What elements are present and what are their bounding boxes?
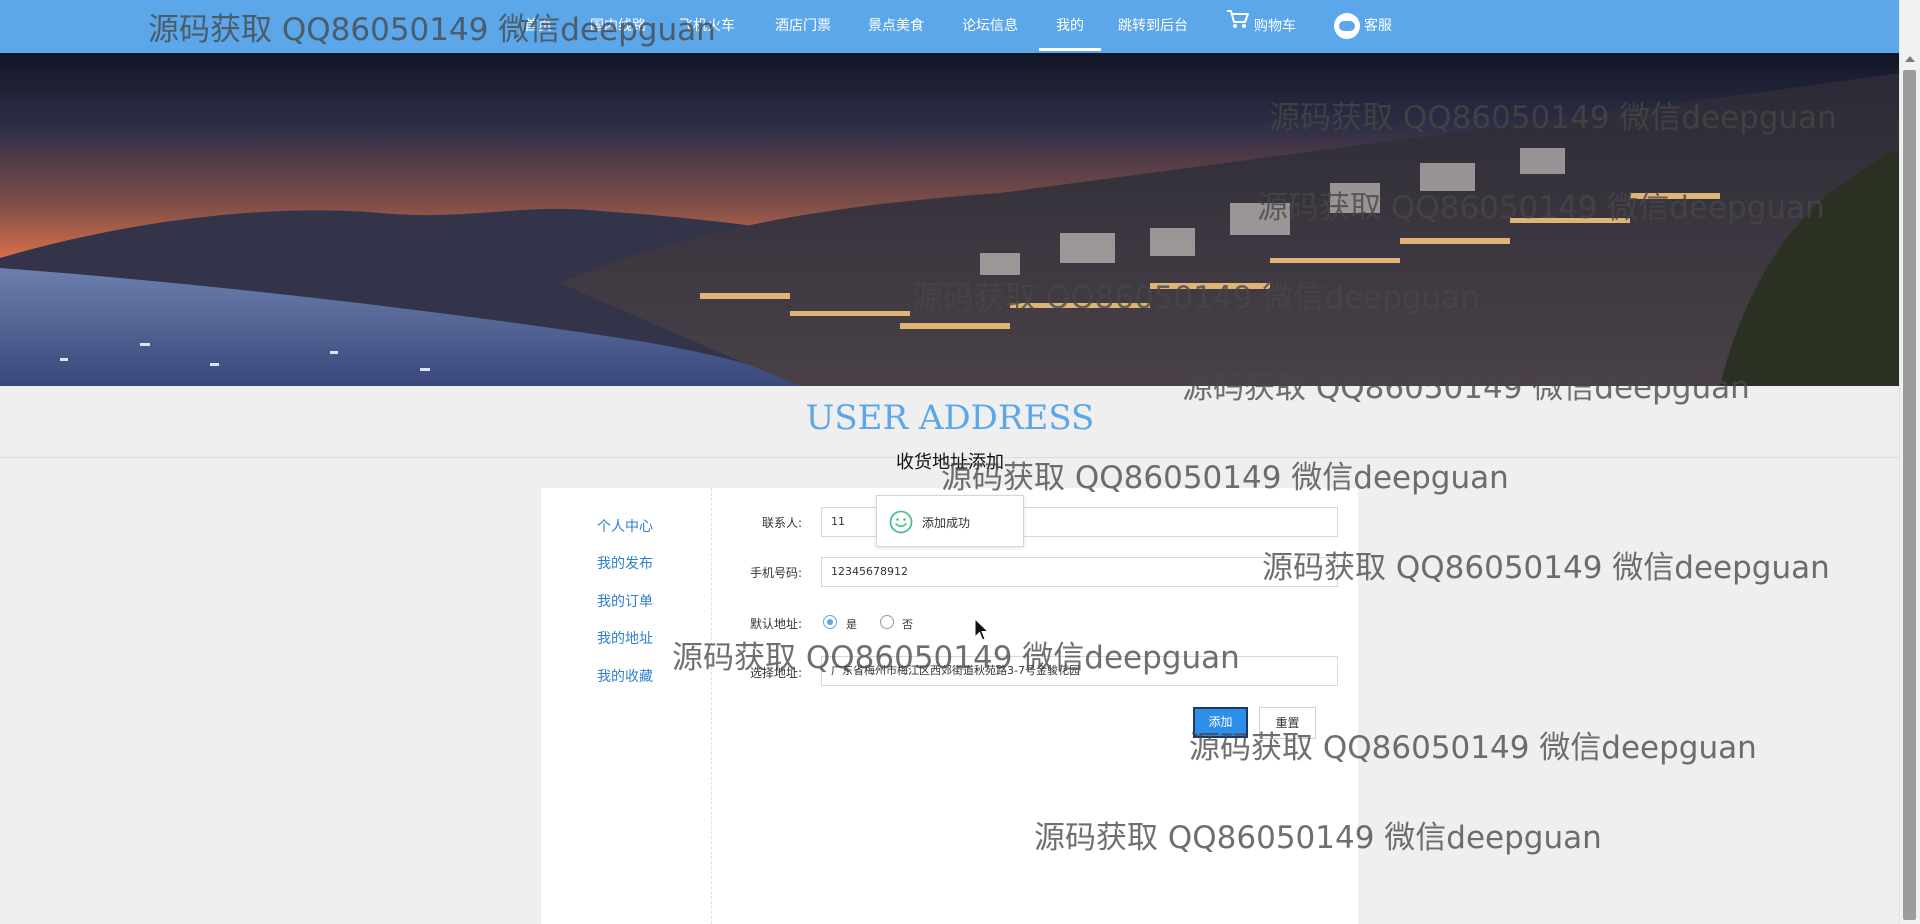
watermark-text: 源码获取 QQ86050149 微信deepguan xyxy=(1034,820,1602,856)
default-no-label: 否 xyxy=(902,618,913,631)
watermark-text: 源码获取 QQ86050149 微信deepguan xyxy=(148,12,716,48)
phone-label: 手机号码: xyxy=(749,566,802,580)
sidebar-item-orders[interactable]: 我的订单 xyxy=(597,591,653,611)
toast-message: 添加成功 xyxy=(922,516,971,530)
nav-item-label: 购物车 xyxy=(1254,18,1296,35)
scroll-up-arrow-icon[interactable] xyxy=(1905,56,1915,62)
nav-item-admin[interactable]: 跳转到后台 xyxy=(1118,0,1188,53)
phone-field[interactable]: 12345678912 xyxy=(821,557,1338,587)
nav-item-forum[interactable]: 论坛信息 xyxy=(962,0,1018,53)
success-toast: 添加成功 xyxy=(876,495,1024,547)
default-no-radio[interactable] xyxy=(880,615,894,629)
nav-item-cart[interactable]: 购物车 xyxy=(1226,0,1296,53)
default-yes-label: 是 xyxy=(846,618,857,631)
smile-icon xyxy=(889,510,913,534)
default-yes-radio[interactable] xyxy=(823,615,837,629)
nav-item-mine[interactable]: 我的 xyxy=(1039,0,1101,53)
shopping-cart-icon xyxy=(1226,0,1250,53)
customer-service-icon xyxy=(1334,13,1360,39)
nav-item-label: 论坛信息 xyxy=(962,18,1018,34)
nav-item-hotel-tickets[interactable]: 酒店门票 xyxy=(775,0,831,53)
nav-item-label: 跳转到后台 xyxy=(1118,18,1188,34)
sidebar-item-profile[interactable]: 个人中心 xyxy=(597,516,653,536)
watermark-text: 源码获取 QQ86050149 微信deepguan xyxy=(1262,550,1830,586)
nav-item-scenic-food[interactable]: 景点美食 xyxy=(868,0,924,53)
default-address-label: 默认地址: xyxy=(749,617,802,631)
watermark-text: 源码获取 QQ86050149 微信deepguan xyxy=(1189,730,1757,766)
scroll-thumb[interactable] xyxy=(1903,70,1916,920)
watermark-text: 源码获取 QQ86050149 微信deepguan xyxy=(1257,190,1825,226)
watermark-text: 源码获取 QQ86050149 微信deepguan xyxy=(1182,370,1750,406)
contact-label: 联系人: xyxy=(761,516,802,530)
watermark-text: 源码获取 QQ86050149 微信deepguan xyxy=(912,280,1480,316)
page-scrollbar[interactable] xyxy=(1899,0,1920,924)
nav-item-label: 景点美食 xyxy=(868,18,924,34)
watermark-text: 源码获取 QQ86050149 微信deepguan xyxy=(941,460,1509,496)
nav-item-label: 我的 xyxy=(1056,18,1084,34)
watermark-text: 源码获取 QQ86050149 微信deepguan xyxy=(672,640,1240,676)
sidebar-item-favorites[interactable]: 我的收藏 xyxy=(597,666,653,686)
sidebar-divider xyxy=(711,488,712,924)
nav-item-label: 客服 xyxy=(1364,18,1392,34)
sidebar-item-address[interactable]: 我的地址 xyxy=(597,628,653,648)
nav-item-service[interactable]: 客服 xyxy=(1334,0,1392,53)
watermark-text: 源码获取 QQ86050149 微信deepguan xyxy=(1269,100,1837,136)
nav-item-label: 酒店门票 xyxy=(775,18,831,34)
sidebar-item-posts[interactable]: 我的发布 xyxy=(597,553,653,573)
content-card xyxy=(541,488,1358,924)
